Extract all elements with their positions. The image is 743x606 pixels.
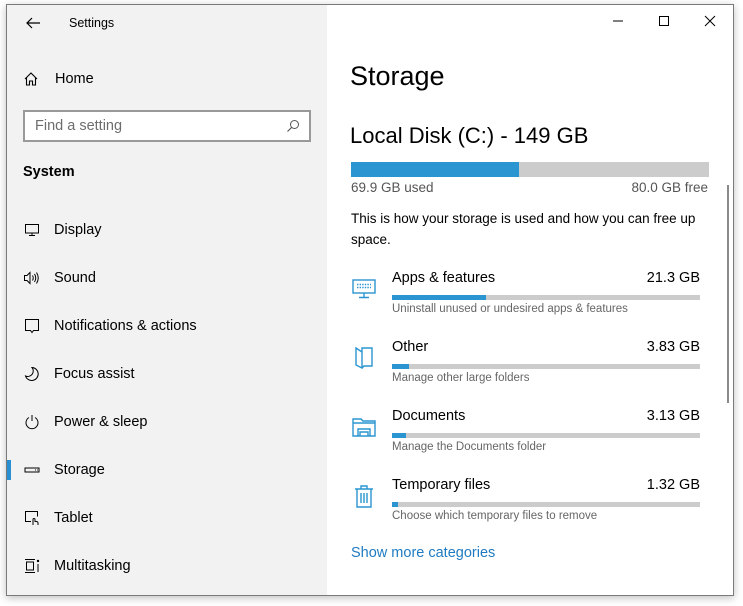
search-input[interactable]: [25, 117, 285, 135]
selected-indicator: [7, 460, 11, 480]
scrollbar[interactable]: [727, 185, 729, 403]
sidebar-item-label: Sound: [54, 270, 96, 286]
category-bar: [392, 364, 700, 369]
back-arrow-icon: [26, 17, 40, 29]
category-size: 21.3 GB: [646, 270, 700, 286]
sidebar-item-label: Tablet: [54, 510, 93, 526]
content-pane: Storage Local Disk (C:) - 149 GB 69.9 GB…: [327, 5, 733, 595]
home-icon: [24, 72, 38, 86]
sidebar: Settings Home System Display S: [7, 5, 327, 595]
minimize-icon: [613, 20, 623, 22]
category-bar: [392, 433, 700, 438]
category-temporary-files[interactable]: Temporary files 1.32 GB Choose which tem…: [351, 477, 711, 537]
notification-icon: [23, 317, 41, 335]
show-more-categories-link[interactable]: Show more categories: [351, 545, 495, 561]
speaker-icon: [23, 269, 41, 287]
app-title: Settings: [69, 16, 115, 30]
category-size: 1.32 GB: [646, 477, 700, 493]
disk-usage-fill: [351, 162, 519, 177]
multitasking-icon: [23, 557, 41, 575]
category-name: Apps & features: [392, 270, 496, 286]
moon-icon: [23, 365, 41, 383]
category-bar: [392, 295, 700, 300]
folder-other-icon: [355, 346, 373, 370]
sidebar-item-home[interactable]: Home: [23, 67, 94, 91]
sidebar-item-label: Display: [54, 222, 102, 238]
category-size: 3.83 GB: [646, 339, 700, 355]
sidebar-item-label: Notifications & actions: [54, 318, 197, 334]
apps-icon: [352, 279, 376, 299]
disk-title: Local Disk (C:) - 149 GB: [350, 123, 589, 148]
power-icon: [23, 413, 41, 431]
back-button[interactable]: [21, 11, 45, 35]
sidebar-item-tablet[interactable]: Tablet: [7, 498, 327, 538]
maximize-icon: [659, 16, 669, 26]
category-bar-fill: [392, 364, 409, 369]
disk-usage-bar[interactable]: [351, 162, 709, 177]
sidebar-item-multitasking[interactable]: Multitasking: [7, 546, 327, 586]
settings-window: Settings Home System Display S: [6, 4, 734, 596]
category-bar: [392, 502, 700, 507]
category-name: Temporary files: [392, 477, 491, 493]
page-title: Storage: [350, 61, 445, 91]
home-label: Home: [55, 71, 94, 87]
storage-description: This is how your storage is used and how…: [351, 211, 696, 247]
documents-folder-icon: [352, 418, 376, 437]
monitor-icon: [23, 221, 41, 239]
sidebar-item-display[interactable]: Display: [7, 210, 327, 250]
category-subtitle: Choose which temporary files to remove: [392, 510, 598, 522]
category-subtitle: Manage other large folders: [392, 372, 530, 384]
minimize-button[interactable]: [595, 5, 641, 37]
category-subtitle: Uninstall unused or undesired apps & fea…: [392, 303, 628, 315]
category-bar-fill: [392, 433, 406, 438]
sidebar-item-label: Power & sleep: [54, 414, 148, 430]
category-documents[interactable]: Documents 3.13 GB Manage the Documents f…: [351, 408, 711, 468]
sidebar-item-label: Focus assist: [54, 366, 135, 382]
maximize-button[interactable]: [641, 5, 687, 37]
close-icon: [704, 15, 716, 27]
sidebar-item-sound[interactable]: Sound: [7, 258, 327, 298]
category-other[interactable]: Other 3.83 GB Manage other large folders: [351, 339, 711, 399]
disk-used-label: 69.9 GB used: [351, 180, 434, 195]
category-name: Documents: [392, 408, 466, 424]
sidebar-item-notifications[interactable]: Notifications & actions: [7, 306, 327, 346]
search-box: [23, 110, 311, 142]
sidebar-item-storage[interactable]: Storage: [7, 450, 327, 490]
trash-icon: [355, 485, 373, 508]
category-size: 3.13 GB: [646, 408, 700, 424]
disk-free-label: 80.0 GB free: [631, 180, 708, 195]
close-button[interactable]: [687, 5, 733, 37]
storage-drive-icon: [23, 461, 41, 479]
tablet-icon: [23, 509, 41, 527]
sidebar-item-focus-assist[interactable]: Focus assist: [7, 354, 327, 394]
category-subtitle: Manage the Documents folder: [392, 441, 547, 453]
sidebar-item-label: Multitasking: [54, 558, 131, 574]
sidebar-item-label: Storage: [54, 462, 105, 478]
category-apps-features[interactable]: Apps & features 21.3 GB Uninstall unused…: [351, 270, 711, 330]
category-bar-fill: [392, 295, 486, 300]
sidebar-item-power-sleep[interactable]: Power & sleep: [7, 402, 327, 442]
search-icon[interactable]: [285, 118, 301, 134]
category-bar-fill: [392, 502, 398, 507]
section-title: System: [23, 164, 75, 180]
category-name: Other: [392, 339, 429, 355]
